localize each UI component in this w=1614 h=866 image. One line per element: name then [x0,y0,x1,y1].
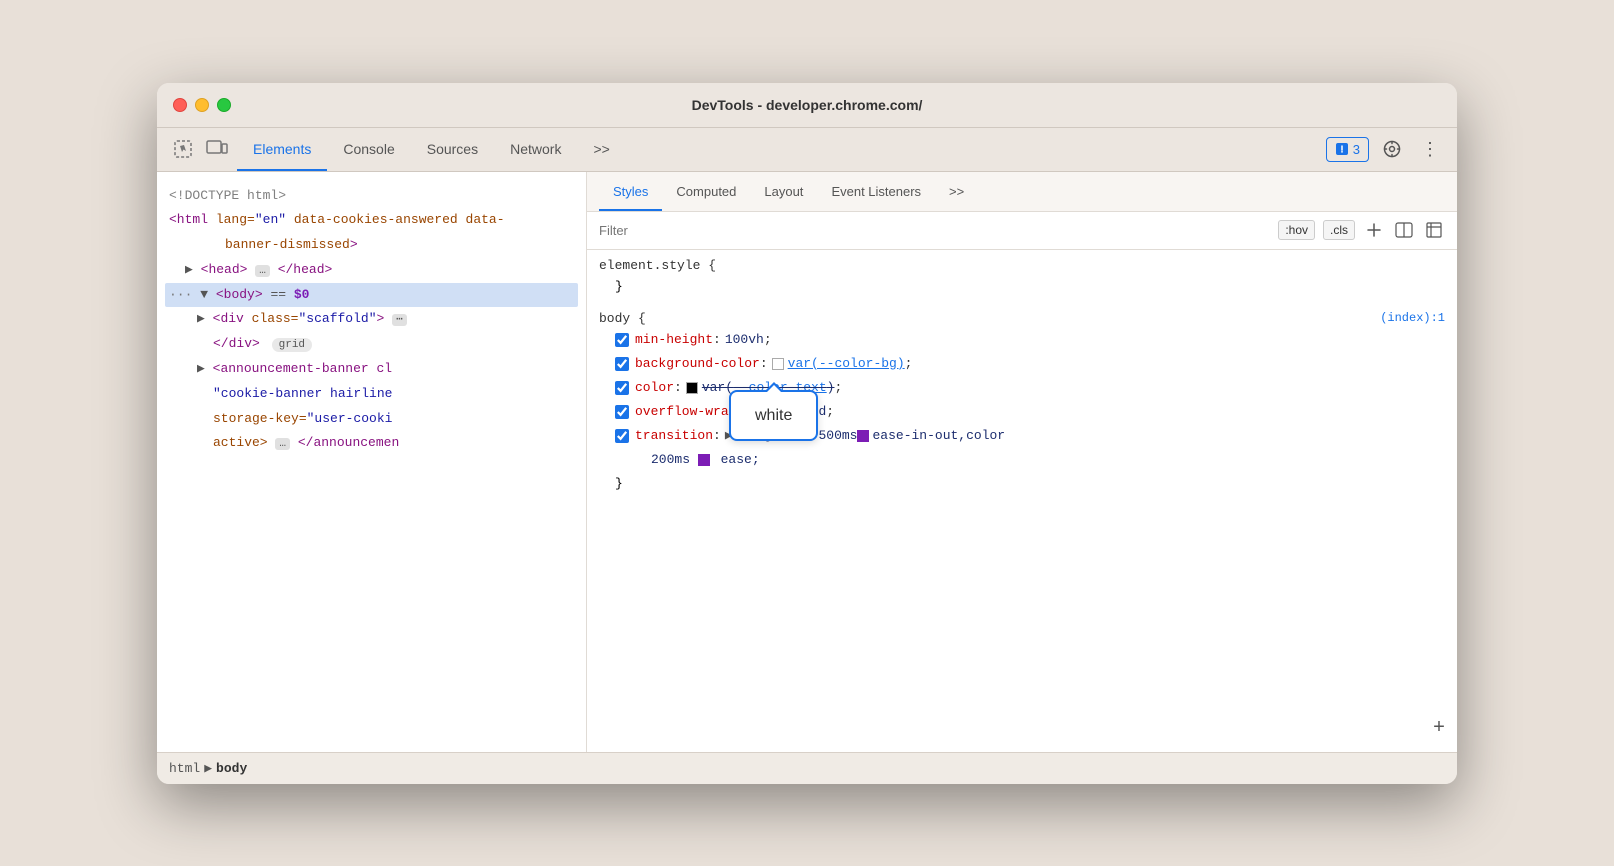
prop-background-color: background-color : var(--color-bg) ; whi… [599,352,1445,376]
transition-swatch2[interactable] [698,454,710,466]
cls-button[interactable]: .cls [1323,220,1355,240]
color-palette-button[interactable] [1423,219,1445,241]
styles-tab-styles[interactable]: Styles [599,171,662,211]
body-rule: body { (index):1 min-height : 100vh ; [599,311,1445,497]
styles-tab-computed[interactable]: Computed [662,171,750,211]
traffic-lights [173,98,231,112]
prop-color-checkbox[interactable] [615,381,629,395]
tab-network[interactable]: Network [494,127,577,171]
dom-line-banner3: storage-key="user-cooki [165,407,578,432]
more-button[interactable]: ⋮ [1415,134,1445,164]
transition-swatch[interactable] [857,430,869,442]
breadcrumb: html ▶ body [157,752,1457,784]
body-rule-selector: body { (index):1 [599,311,1445,326]
prop-overflow-wrap-checkbox[interactable] [615,405,629,419]
add-style-button[interactable]: + [1433,717,1445,740]
dom-line-banner2: "cookie-banner hairline [165,382,578,407]
rule-source[interactable]: (index):1 [1380,311,1445,325]
prop-min-height-checkbox[interactable] [615,333,629,347]
close-button[interactable] [173,98,187,112]
color-swatch[interactable] [686,382,698,394]
dom-panel[interactable]: <!DOCTYPE html> <html lang="en" data-coo… [157,172,587,752]
prop-background-color-checkbox[interactable] [615,357,629,371]
element-style-rule: element.style { } [599,258,1445,299]
dom-line-banner4: active> … </announcemen [165,431,578,456]
prop-transition: transition : ▶ background 500ms ease-in-… [599,424,1445,448]
body-rule-close: } [599,472,1445,496]
dom-line-banner[interactable]: ▶ <announcement-banner cl [165,357,578,382]
dom-line-div-close: </div> grid [165,332,578,357]
filter-input[interactable] [599,223,1270,238]
styles-tab-bar: Styles Computed Layout Event Listeners >… [587,172,1457,212]
breadcrumb-html[interactable]: html [169,761,200,776]
background-color-swatch[interactable] [772,358,784,370]
styles-panel: Styles Computed Layout Event Listeners >… [587,172,1457,752]
styles-tab-layout[interactable]: Layout [750,171,817,211]
prop-transition-checkbox[interactable] [615,429,629,443]
element-style-close: } [599,275,1445,299]
breadcrumb-body[interactable]: body [216,761,247,776]
title-bar: DevTools - developer.chrome.com/ [157,83,1457,128]
tab-more[interactable]: >> [577,127,625,171]
var-color-bg-link[interactable]: var(--color-bg) [788,353,905,375]
tab-console[interactable]: Console [327,127,410,171]
toolbar-right: 3 ⋮ [1326,134,1445,164]
dom-line-head[interactable]: ▶ <head> … </head> [165,258,578,283]
dom-line-html[interactable]: <html lang="en" data-cookies-answered da… [165,208,578,233]
tab-bar: Elements Console Sources Network >> 3 ⋮ [157,128,1457,172]
toggle-style-button[interactable] [1393,219,1415,241]
dom-line-body[interactable]: ··· ▼ <body> == $0 [165,283,578,308]
prop-overflow-wrap: overflow-wrap : break-word ; [599,400,1445,424]
tab-elements[interactable]: Elements [237,127,327,171]
filter-bar: :hov .cls [587,212,1457,250]
prop-color: color : var(--color-text) ; [599,376,1445,400]
maximize-button[interactable] [217,98,231,112]
element-style-selector: element.style { [599,258,1445,273]
settings-button[interactable] [1377,134,1407,164]
prop-min-height: min-height : 100vh ; [599,328,1445,352]
styles-content[interactable]: element.style { } body { (index):1 [587,250,1457,752]
styles-tab-event-listeners[interactable]: Event Listeners [817,171,935,211]
devtools-window: DevTools - developer.chrome.com/ Element… [157,83,1457,784]
tab-sources[interactable]: Sources [411,127,494,171]
issues-badge[interactable]: 3 [1326,137,1369,162]
prop-transition2: 200ms ease; [599,448,1445,472]
dom-line-html2: banner-dismissed> [165,233,578,258]
add-class-button[interactable] [1363,219,1385,241]
dom-line-doctype: <!DOCTYPE html> [165,184,578,209]
window-title: DevTools - developer.chrome.com/ [692,97,923,113]
filter-controls: :hov .cls [1278,219,1445,241]
minimize-button[interactable] [195,98,209,112]
hov-button[interactable]: :hov [1278,220,1315,240]
main-content: <!DOCTYPE html> <html lang="en" data-coo… [157,172,1457,752]
cursor-icon[interactable] [169,135,197,163]
device-icon[interactable] [203,135,231,163]
styles-tab-more[interactable]: >> [935,171,978,211]
dom-line-div[interactable]: ▶ <div class="scaffold"> ⋯ [165,307,578,332]
color-tooltip: white [729,390,818,441]
